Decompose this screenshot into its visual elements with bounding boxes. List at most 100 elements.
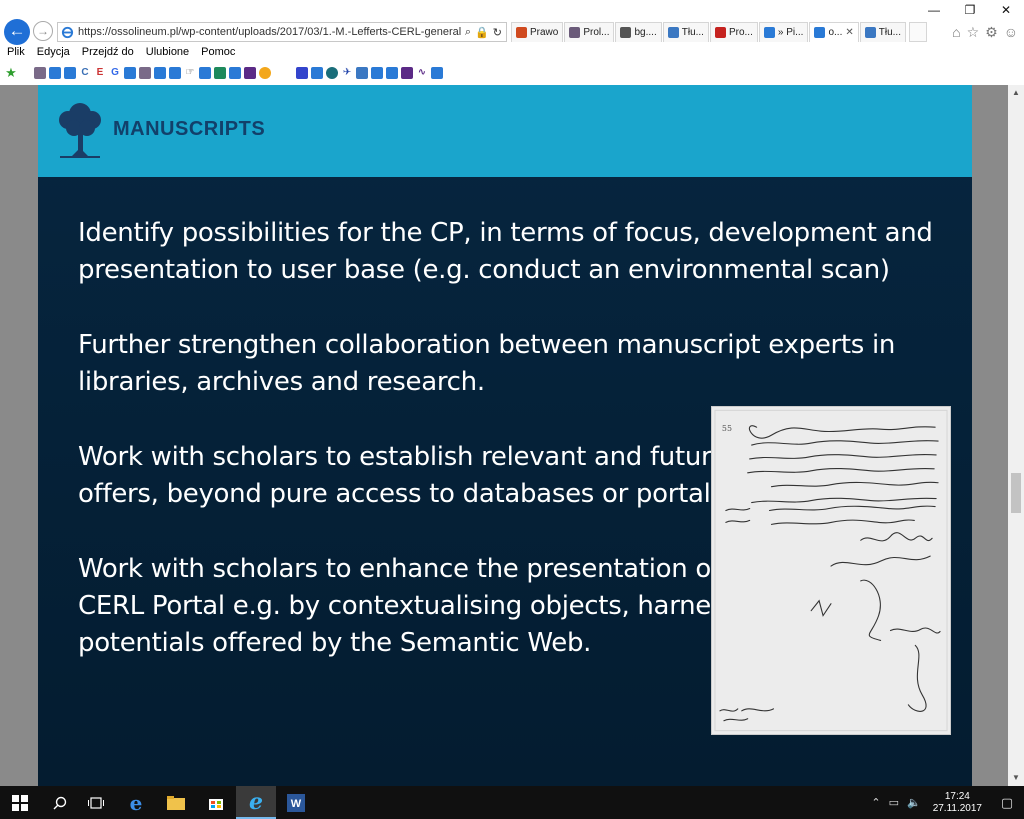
fav-ie-icon[interactable] (229, 67, 241, 79)
taskbar-edge[interactable]: e (116, 786, 156, 819)
gmail-icon (714, 27, 726, 38)
arrow-right-icon: → (37, 24, 49, 38)
browser-tab[interactable]: » Pi... (758, 22, 809, 42)
forward-button[interactable]: → (33, 21, 53, 41)
library-icon (620, 27, 632, 38)
smiley-icon[interactable]: ☺ (1004, 24, 1018, 41)
browser-tab[interactable]: Tłu... (859, 22, 906, 42)
ie-icon (814, 27, 826, 38)
fav-script-icon[interactable]: ∿ (416, 67, 428, 79)
menu-go-to[interactable]: Przejdź do (82, 44, 134, 62)
browser-tab[interactable]: Prol... (564, 22, 615, 42)
taskbar-internet-explorer[interactable]: e (236, 786, 276, 819)
fav-ie-icon[interactable] (154, 67, 166, 79)
tab-label: Pro... (728, 27, 753, 38)
fav-ie-icon[interactable] (431, 67, 443, 79)
new-tab-button[interactable] (908, 22, 927, 42)
star-icon[interactable]: ☆ (967, 24, 980, 41)
window-controls: — ❐ ✕ (916, 0, 1024, 20)
windows-logo-icon (12, 794, 28, 811)
fav-translate-icon[interactable] (356, 67, 368, 79)
fav-ie-icon[interactable] (386, 67, 398, 79)
close-window-button[interactable]: ✕ (988, 0, 1024, 20)
fav-blue-square-icon[interactable] (296, 67, 308, 79)
menu-edit[interactable]: Edycja (37, 44, 70, 62)
fav-e-icon[interactable]: E (94, 67, 106, 79)
clock-time: 17:24 (944, 790, 970, 802)
lock-icon[interactable]: 🔒 (475, 26, 489, 39)
home-icon[interactable]: ⌂ (952, 24, 960, 41)
back-button[interactable]: ← (4, 19, 30, 45)
restore-button[interactable]: ❐ (952, 0, 988, 20)
slide-header: MANUSCRIPTS (38, 85, 972, 177)
notifications-icon[interactable]: ▢ (990, 795, 1024, 811)
refresh-icon[interactable]: ↻ (493, 26, 502, 39)
browser-tab[interactable]: bg.... (615, 22, 662, 42)
fav-ie-icon[interactable] (124, 67, 136, 79)
tab-label: bg.... (634, 27, 657, 38)
tab-label: Prol... (583, 27, 610, 38)
fav-chart-icon[interactable] (214, 67, 226, 79)
fav-orange-icon[interactable] (259, 67, 271, 79)
page-viewport[interactable]: MANUSCRIPTS Identify possibilities for t… (0, 85, 1024, 786)
fav-pointer-icon[interactable]: ☞ (184, 67, 196, 79)
add-favorite-icon[interactable]: ★ (5, 66, 17, 79)
ie-icon (61, 26, 74, 38)
volume-muted-icon[interactable]: 🔈 (907, 796, 921, 809)
task-view-button[interactable] (76, 786, 116, 819)
system-tray: ⌃ ▭ 🔈 17:24 27.11.2017 ▢ (867, 786, 1024, 819)
network-icon[interactable]: ▭ (889, 796, 899, 809)
favorites-bar: ★ C E G ☞ ✈ ∿ (0, 63, 1024, 83)
scroll-down-icon[interactable]: ▼ (1008, 770, 1024, 786)
scroll-thumb[interactable] (1011, 473, 1021, 513)
fav-c-icon[interactable]: C (79, 67, 91, 79)
slide-title: MANUSCRIPTS (113, 118, 266, 140)
fav-ie-icon[interactable] (169, 67, 181, 79)
fav-onenote-icon[interactable] (401, 67, 413, 79)
search-icon[interactable]: ⌕ (465, 26, 471, 39)
doc-icon (569, 27, 581, 38)
browser-tab[interactable]: Prawo (511, 22, 564, 42)
word-icon: W (287, 793, 305, 812)
taskbar-store[interactable] (196, 786, 236, 819)
browser-tab[interactable]: Pro... (709, 22, 758, 42)
arrow-left-icon: ← (8, 21, 26, 40)
clock[interactable]: 17:24 27.11.2017 (933, 791, 982, 815)
fav-ie-icon[interactable] (64, 67, 76, 79)
taskbar-word[interactable]: W (276, 786, 316, 819)
search-icon (53, 796, 67, 809)
fav-ie-icon[interactable] (49, 67, 61, 79)
fav-library-icon[interactable] (34, 67, 46, 79)
menu-file[interactable]: Plik (7, 44, 25, 62)
tab-label: Tłu... (681, 27, 704, 38)
address-bar[interactable]: https://ossolineum.pl/wp-content/uploads… (57, 22, 507, 42)
address-url[interactable]: https://ossolineum.pl/wp-content/uploads… (78, 26, 461, 38)
menu-help[interactable]: Pomoc (201, 44, 235, 62)
fav-bird-icon[interactable]: ✈ (341, 67, 353, 79)
bullet-point: Identify possibilities for the CP, in te… (78, 218, 933, 285)
fav-teal-circle-icon[interactable] (326, 67, 338, 79)
fav-ie-icon[interactable] (311, 67, 323, 79)
search-button[interactable] (40, 786, 80, 819)
menu-favorites[interactable]: Ulubione (146, 44, 189, 62)
minimize-button[interactable]: — (916, 0, 952, 20)
vertical-scrollbar[interactable]: ▲ ▼ (1008, 85, 1024, 786)
start-button[interactable] (0, 786, 40, 819)
browser-titlebar: ← → https://ossolineum.pl/wp-content/upl… (0, 0, 1024, 45)
menu-bar: Plik Edycja Przejdź do Ulubione Pomoc (0, 44, 247, 62)
tab-strip: Prawo Prol... bg.... Tłu... Pro... » Pi... o..… (511, 22, 927, 42)
browser-tab[interactable]: o... ✕ (809, 22, 859, 42)
chevron-up-icon[interactable]: ⌃ (871, 796, 880, 809)
gear-icon[interactable]: ⚙ (985, 24, 998, 41)
fav-onenote-icon[interactable] (244, 67, 256, 79)
fav-google-icon[interactable]: G (109, 67, 121, 79)
translate-icon (864, 27, 876, 38)
taskbar-file-explorer[interactable] (156, 786, 196, 819)
fav-ie-icon[interactable] (199, 67, 211, 79)
scroll-up-icon[interactable]: ▲ (1008, 85, 1024, 101)
fav-ie-icon[interactable] (371, 67, 383, 79)
office-icon (516, 27, 527, 38)
browser-tab[interactable]: Tłu... (662, 22, 709, 42)
close-tab-icon[interactable]: ✕ (845, 27, 853, 38)
fav-library-icon[interactable] (139, 67, 151, 79)
